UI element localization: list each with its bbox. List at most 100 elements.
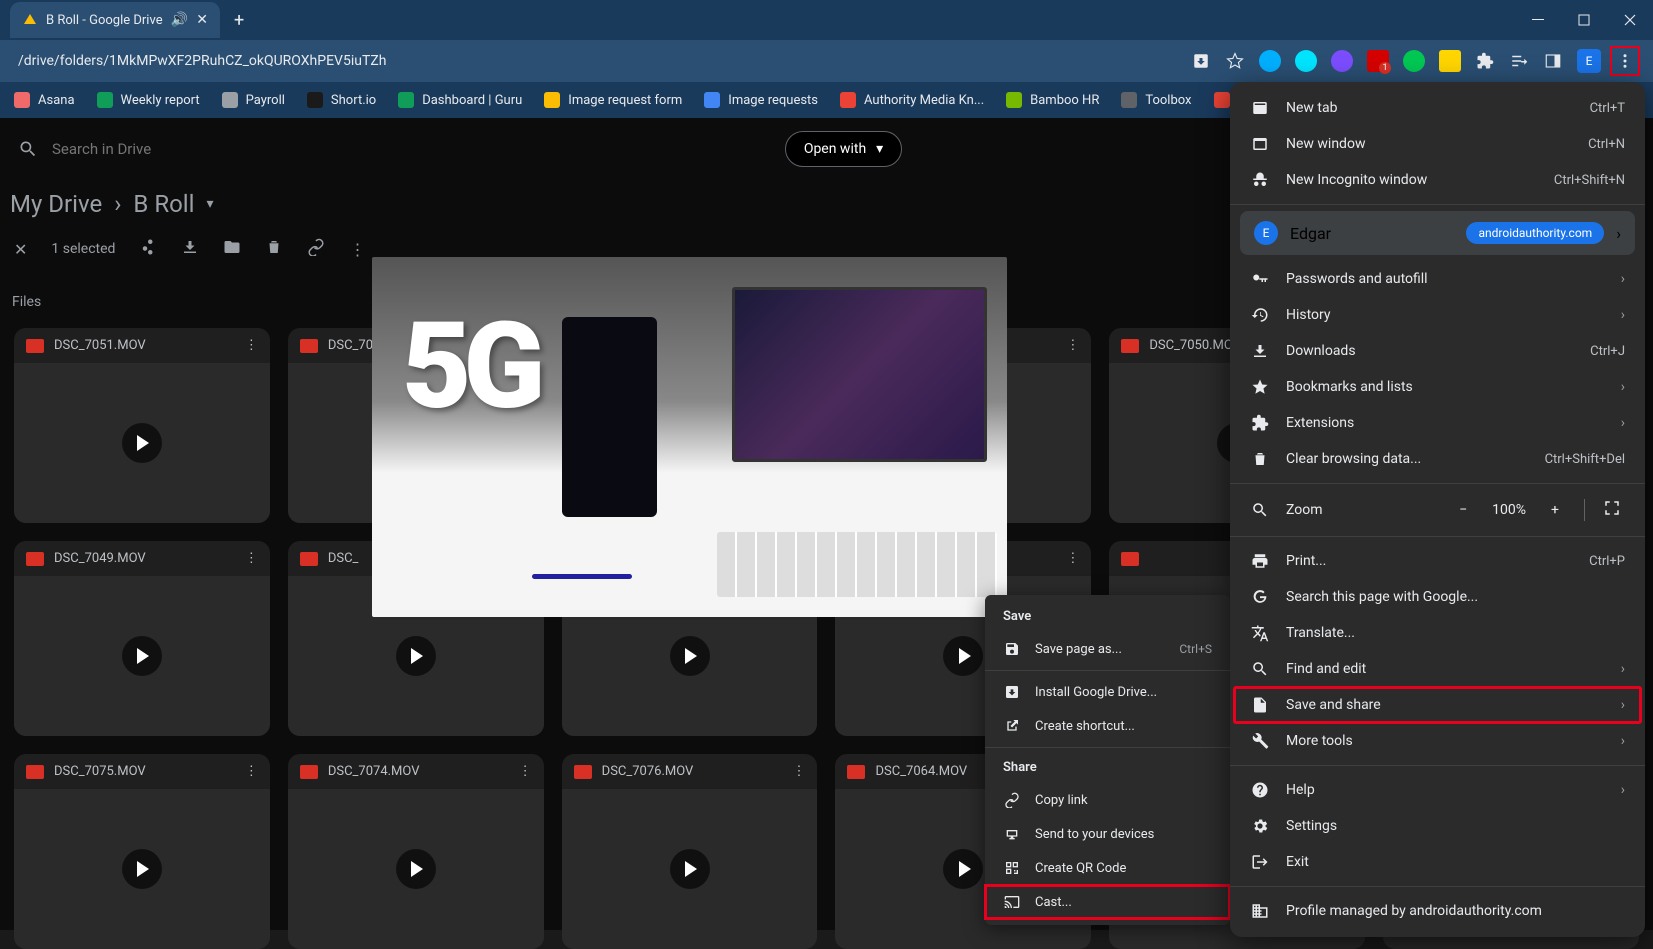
new-incognito-item[interactable]: New Incognito window Ctrl+Shift+N [1230,162,1645,198]
profile-item[interactable]: E Edgar androidauthority.com › [1240,211,1635,255]
search-icon [18,139,38,159]
share-icon[interactable] [139,238,157,260]
zoom-out-button[interactable]: − [1452,499,1474,521]
move-icon[interactable] [223,238,241,260]
bookmark-item[interactable]: Payroll [212,86,295,114]
extension-icon-4[interactable] [1367,50,1389,72]
clear-data-item[interactable]: Clear browsing data... Ctrl+Shift+Del [1230,441,1645,477]
close-selection-icon[interactable]: ✕ [14,240,27,259]
exit-item[interactable]: Exit [1230,844,1645,880]
audio-icon[interactable]: 🔊 [171,12,188,28]
search-google-item[interactable]: Search this page with Google... [1230,579,1645,615]
cast-item[interactable]: Cast... [985,885,1230,919]
profile-avatar[interactable]: E [1577,49,1601,73]
file-more-icon[interactable]: ⋮ [245,764,258,779]
url-input[interactable] [8,53,1191,69]
file-thumbnail[interactable]: DSC_7049.MOV ⋮ [14,541,270,736]
bookmark-favicon [1214,92,1230,108]
bookmark-favicon [544,92,560,108]
find-edit-item[interactable]: Find and edit › [1230,651,1645,687]
minimize-button[interactable] [1515,0,1561,40]
help-item[interactable]: Help › [1230,772,1645,808]
file-more-icon[interactable]: ⋮ [792,764,805,779]
bookmark-item[interactable]: Dashboard | Guru [388,86,532,114]
downloads-item[interactable]: Downloads Ctrl+J [1230,333,1645,369]
settings-item[interactable]: Settings [1230,808,1645,844]
install-app-icon[interactable] [1191,51,1211,71]
bookmark-item[interactable]: Toolbox [1111,86,1201,114]
video-preview[interactable]: 5G [372,257,1007,617]
file-more-icon[interactable]: ⋮ [245,338,258,353]
file-thumbnail[interactable]: DSC_7076.MOV⋮ [562,754,818,949]
save-and-share-item[interactable]: Save and share › [1234,687,1641,723]
history-item[interactable]: History › [1230,297,1645,333]
create-qr-item[interactable]: Create QR Code [985,851,1230,885]
bookmark-favicon [97,92,113,108]
close-tab-icon[interactable]: ✕ [196,12,208,28]
play-icon [943,636,983,676]
bookmark-item[interactable]: Image requests [694,86,828,114]
drive-favicon [22,12,38,28]
passwords-item[interactable]: Passwords and autofill › [1230,261,1645,297]
link-icon[interactable] [307,238,325,260]
file-thumbnail[interactable]: DSC_7075.MOV⋮ [14,754,270,949]
extension-icon-2[interactable] [1295,50,1317,72]
chrome-menu-button[interactable] [1615,51,1635,71]
browser-tab[interactable]: B Roll - Google Drive 🔊 ✕ [10,2,220,38]
more-actions-icon[interactable]: ⋮ [349,240,365,259]
fullscreen-button[interactable] [1603,499,1625,521]
file-thumbnail[interactable]: DSC_7051.MOV⋮ [14,328,270,523]
bookmark-item[interactable]: Weekly report [87,86,210,114]
reading-list-icon[interactable] [1509,51,1529,71]
print-item[interactable]: Print... Ctrl+P [1230,543,1645,579]
building-icon [1250,902,1270,920]
copy-link-item[interactable]: Copy link [985,783,1230,817]
bookmark-star-icon[interactable] [1225,51,1245,71]
extension-icon-3[interactable] [1331,50,1353,72]
extension-icon-6[interactable] [1439,50,1461,72]
download-icon[interactable] [181,238,199,260]
send-to-devices-item[interactable]: Send to your devices [985,817,1230,851]
file-more-icon[interactable]: ⋮ [519,764,532,779]
exit-icon [1250,853,1270,871]
chevron-right-icon: › [1621,782,1625,798]
breadcrumb-current[interactable]: B Roll [133,190,194,218]
close-window-button[interactable] [1607,0,1653,40]
create-shortcut-item[interactable]: Create shortcut... [985,709,1230,743]
install-app-item[interactable]: Install Google Drive... [985,675,1230,709]
more-tools-item[interactable]: More tools › [1230,723,1645,759]
file-name: DSC_7049.MOV [54,551,146,566]
chevron-right-icon: › [1616,224,1621,243]
chevron-right-icon: › [114,190,121,218]
zoom-in-button[interactable]: + [1544,499,1566,521]
open-with-button[interactable]: Open with ▾ [785,131,902,167]
extensions-puzzle-icon[interactable] [1475,51,1495,71]
laptop-prop [732,287,987,462]
file-more-icon[interactable]: ⋮ [1066,551,1079,566]
extensions-item[interactable]: Extensions › [1230,405,1645,441]
bookmark-item[interactable]: Bamboo HR [996,86,1109,114]
bookmark-item[interactable]: Image request form [534,86,692,114]
file-thumbnail[interactable]: DSC_7074.MOV⋮ [288,754,544,949]
translate-item[interactable]: Translate... [1230,615,1645,651]
file-more-icon[interactable]: ⋮ [245,551,258,566]
bookmark-item[interactable]: Authority Media Kn... [830,86,994,114]
bookmark-item[interactable]: Short.io [297,86,386,114]
save-page-as-item[interactable]: Save page as... Ctrl+S [985,632,1230,666]
bookmarks-item[interactable]: Bookmarks and lists › [1230,369,1645,405]
breadcrumb-root[interactable]: My Drive [10,190,102,218]
managed-by-item[interactable]: Profile managed by androidauthority.com [1230,893,1645,929]
file-more-icon[interactable]: ⋮ [1066,338,1079,353]
bookmark-favicon [1121,92,1137,108]
side-panel-icon[interactable] [1543,51,1563,71]
search-input[interactable] [52,140,252,158]
new-tab-item[interactable]: New tab Ctrl+T [1230,90,1645,126]
bookmark-item[interactable]: Asana [4,86,85,114]
trash-icon[interactable] [265,238,283,260]
new-tab-button[interactable]: + [220,10,258,31]
extension-icon-1[interactable] [1259,50,1281,72]
chevron-down-icon[interactable]: ▾ [206,196,213,212]
new-window-item[interactable]: New window Ctrl+N [1230,126,1645,162]
extension-icon-5[interactable] [1403,50,1425,72]
maximize-button[interactable] [1561,0,1607,40]
